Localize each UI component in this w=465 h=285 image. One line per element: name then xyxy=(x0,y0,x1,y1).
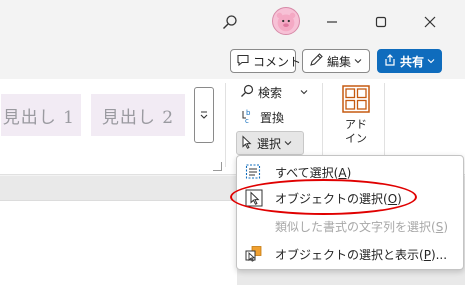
close-icon[interactable] xyxy=(416,8,444,36)
editing-mode-label: 編集 xyxy=(327,54,352,69)
editing-mode-button[interactable]: 編集 xyxy=(302,49,370,73)
share-label: 共有 xyxy=(400,54,425,69)
chevron-down-icon xyxy=(427,54,435,68)
select-button[interactable]: 選択 xyxy=(236,131,304,155)
share-icon xyxy=(383,53,397,70)
svg-text:b: b xyxy=(246,109,251,117)
menu-item-select-similar-label: 類似した書式の文字列を選択( xyxy=(275,220,436,234)
menu-item-selection-pane-label: オブジェクトの選択と表示( xyxy=(275,248,424,262)
replace-icon: bc xyxy=(240,108,256,127)
addins-button[interactable]: アド イン xyxy=(333,83,379,163)
style-heading-2[interactable]: 見出し 2 xyxy=(90,93,186,137)
styles-dialog-launcher[interactable] xyxy=(213,162,222,171)
menu-item-select-all-suffix: ) xyxy=(346,166,352,180)
comment-button[interactable]: コメント xyxy=(230,49,301,73)
menu-item-selection-pane-suffix: )... xyxy=(430,248,448,262)
cursor-icon xyxy=(240,134,254,152)
minimize-icon[interactable] xyxy=(318,8,346,36)
styles-more-button[interactable] xyxy=(194,87,214,143)
maximize-icon[interactable] xyxy=(367,8,395,36)
addins-label-line-2: イン xyxy=(345,132,367,145)
select-label: 選択 xyxy=(257,136,282,151)
menu-item-selection-pane-text: オブジェクトの選択と表示(P)... xyxy=(275,246,447,263)
chevron-down-icon xyxy=(284,136,292,150)
chevron-down-icon xyxy=(354,54,362,68)
style-heading-2-label: 見出し 2 xyxy=(101,107,175,128)
selection-pane-icon xyxy=(245,245,263,263)
find-label: 検索 xyxy=(258,85,283,100)
menu-item-select-similar-suffix: ) xyxy=(443,220,448,234)
select-all-icon xyxy=(245,163,263,181)
menu-item-selection-pane[interactable]: オブジェクトの選択と表示(P)... xyxy=(237,242,463,266)
style-heading-1-label: 見出し 1 xyxy=(2,107,75,128)
title-bar xyxy=(0,0,465,44)
comment-label: コメント xyxy=(253,54,302,69)
search-icon xyxy=(240,84,254,101)
replace-label: 置換 xyxy=(260,110,285,125)
addins-icon xyxy=(342,85,370,113)
pencil-icon xyxy=(308,52,324,71)
share-button[interactable]: 共有 xyxy=(377,49,442,73)
comment-icon xyxy=(236,53,250,70)
addins-label-line-1: アド xyxy=(345,118,367,131)
menu-item-select-all-key: A xyxy=(338,166,347,180)
avatar-icon[interactable] xyxy=(272,7,300,35)
menu-item-select-all-label: すべて選択( xyxy=(275,166,339,180)
menu-item-select-similar-formatting: 類似した書式の文字列を選択(S) xyxy=(237,214,463,238)
highlight-ellipse xyxy=(230,179,417,215)
document-page[interactable] xyxy=(0,200,237,285)
style-heading-1[interactable]: 見出し 1 xyxy=(0,93,82,137)
menu-item-select-similar-text: 類似した書式の文字列を選択(S) xyxy=(275,218,448,235)
menu-item-selection-pane-key: P xyxy=(423,248,431,262)
search-icon[interactable] xyxy=(216,8,244,36)
replace-button[interactable]: bc 置換 xyxy=(240,107,284,127)
group-separator xyxy=(225,83,226,167)
chevron-down-icon xyxy=(300,85,308,99)
find-button[interactable]: 検索 xyxy=(240,82,308,102)
